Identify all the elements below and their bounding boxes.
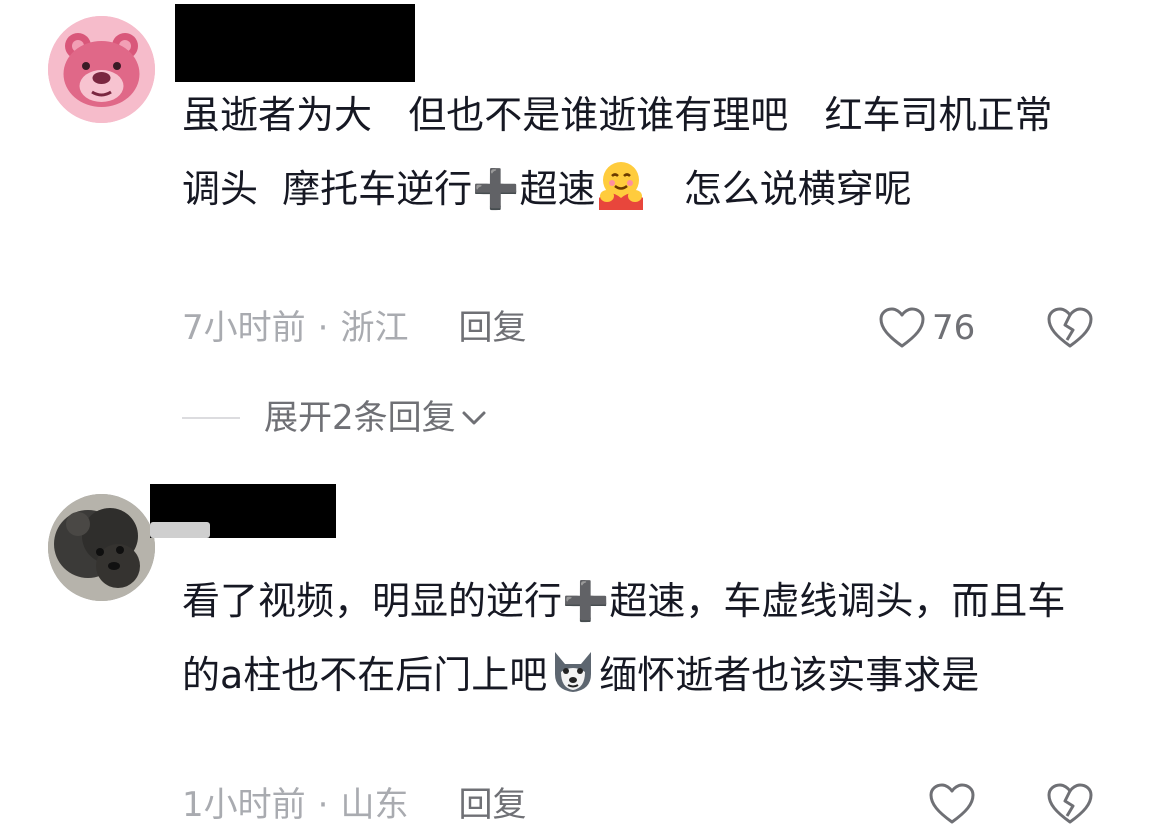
- meta-separator: ·: [317, 308, 329, 348]
- reply-button[interactable]: 回复: [458, 785, 526, 825]
- bear-avatar-icon: [48, 16, 155, 123]
- heart-icon: [879, 307, 925, 348]
- heart-icon: [929, 783, 975, 824]
- avatar[interactable]: [48, 16, 155, 123]
- broken-heart-icon: [1047, 783, 1093, 824]
- username-redacted[interactable]: [175, 4, 415, 82]
- like-button[interactable]: 76: [878, 306, 975, 350]
- comment-meta: 7小时前 · 浙江 回复: [182, 308, 526, 348]
- comment-text: 虽逝者为大 但也不是谁逝谁有理吧 红车司机正常调头 摩托车逆行➕超速 怎么说横穿…: [182, 78, 1082, 226]
- comment-item: 看了视频，明显的逆行➕超速，车虚线调头，而且车的a柱也不在后门上吧 缅怀逝者也该实…: [0, 480, 1152, 835]
- comment-item: 虽逝者为大 但也不是谁逝谁有理吧 红车司机正常调头 摩托车逆行➕超速 怎么说横穿…: [0, 0, 1152, 470]
- divider: [182, 417, 240, 419]
- meta-separator: ·: [317, 785, 329, 825]
- expand-replies-button[interactable]: 展开2条回复: [182, 396, 488, 440]
- comment-location: 浙江: [340, 308, 409, 348]
- wolf-emoji-icon: [547, 644, 599, 696]
- dog-avatar-icon: [48, 494, 155, 601]
- comment-text-part-2: 缅怀逝者也该实事求是: [599, 653, 980, 697]
- comment-meta: 1小时前 · 山东 回复: [182, 785, 526, 825]
- dislike-button[interactable]: [1046, 306, 1094, 354]
- comment-time: 7小时前: [182, 308, 306, 348]
- comment-text: 看了视频，明显的逆行➕超速，车虚线调头，而且车的a柱也不在后门上吧 缅怀逝者也该实…: [182, 564, 1082, 712]
- comment-text-part-2: 怎么说横穿呢: [647, 167, 912, 211]
- comment-time: 1小时前: [182, 785, 306, 825]
- chevron-down-icon: [462, 411, 486, 425]
- username-partial: [150, 522, 210, 538]
- broken-heart-icon: [1047, 307, 1093, 348]
- reply-button[interactable]: 回复: [458, 308, 526, 348]
- hugging-face-emoji-icon: [595, 158, 647, 210]
- dislike-button[interactable]: [1046, 782, 1094, 830]
- expand-replies-label: 展开2条回复: [264, 398, 456, 438]
- avatar[interactable]: [48, 494, 155, 601]
- like-count: 76: [932, 308, 976, 348]
- comment-location: 山东: [340, 785, 409, 825]
- like-button[interactable]: [928, 782, 982, 826]
